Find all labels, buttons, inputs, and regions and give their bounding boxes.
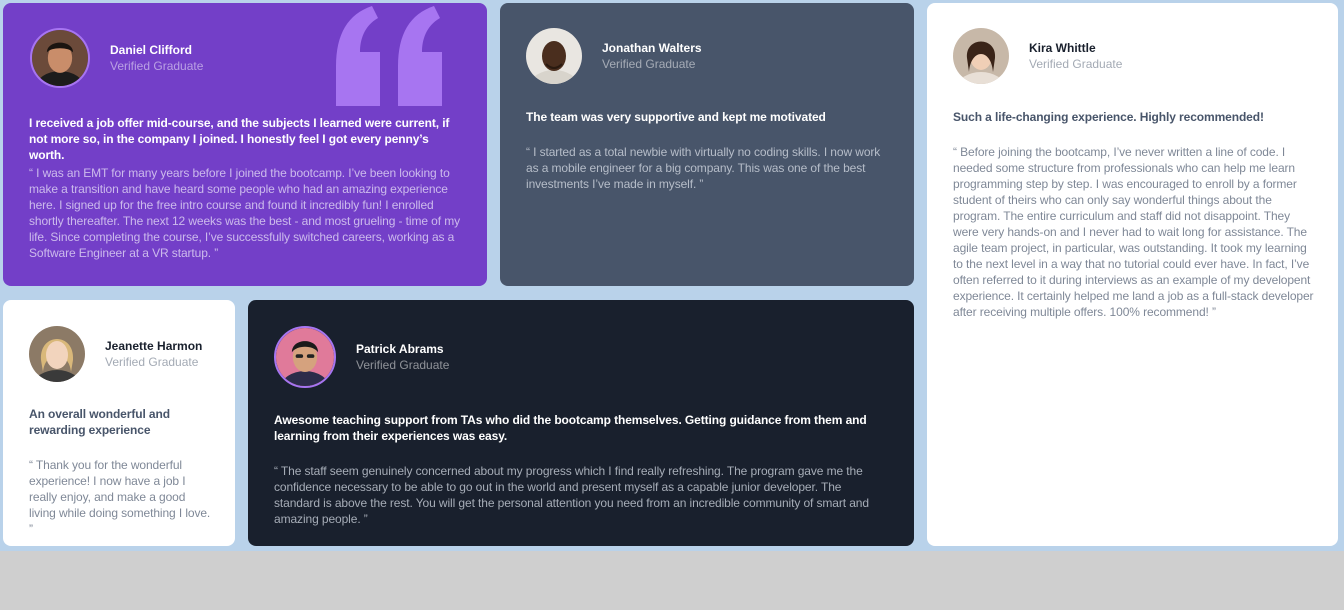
avatar bbox=[30, 28, 90, 88]
testimonial-header: Daniel Clifford Verified Graduate bbox=[30, 28, 203, 88]
testimonial-header: Jonathan Walters Verified Graduate bbox=[526, 28, 702, 84]
testimonial-header: Patrick Abrams Verified Graduate bbox=[274, 326, 449, 388]
testimonial-header: Kira Whittle Verified Graduate bbox=[953, 28, 1122, 84]
avatar bbox=[29, 326, 85, 382]
avatar bbox=[274, 326, 336, 388]
testimonial-header: Jeanette Harmon Verified Graduate bbox=[29, 326, 202, 382]
author-name: Kira Whittle bbox=[1029, 41, 1096, 55]
author-info: Patrick Abrams Verified Graduate bbox=[356, 341, 449, 373]
testimonial-headline: Such a life-changing experience. Highly … bbox=[953, 110, 1264, 124]
author-name: Patrick Abrams bbox=[356, 342, 444, 356]
testimonial-card-jeanette: Jeanette Harmon Verified Graduate An ove… bbox=[3, 300, 235, 546]
testimonial-body: “ I was an EMT for many years before I j… bbox=[29, 166, 461, 260]
testimonial-body: “ The staff seem genuinely concerned abo… bbox=[274, 464, 869, 526]
testimonial-headline: The team was very supportive and kept me… bbox=[526, 110, 826, 124]
author-name: Daniel Clifford bbox=[110, 43, 193, 57]
testimonial-headline: Awesome teaching support from TAs who di… bbox=[274, 413, 867, 443]
testimonial-headline: An overall wonderful and rewarding exper… bbox=[29, 407, 170, 437]
testimonial-body: “ I started as a total newbie with virtu… bbox=[526, 145, 881, 191]
avatar bbox=[526, 28, 582, 84]
testimonial-headline: I received a job offer mid-course, and t… bbox=[29, 116, 450, 162]
author-status: Verified Graduate bbox=[356, 358, 450, 372]
testimonial-card-kira: Kira Whittle Verified Graduate Such a li… bbox=[927, 3, 1338, 546]
author-status: Verified Graduate bbox=[105, 355, 199, 369]
quote-mark-icon bbox=[336, 6, 442, 106]
author-info: Kira Whittle Verified Graduate bbox=[1029, 40, 1122, 72]
author-info: Jonathan Walters Verified Graduate bbox=[602, 40, 702, 72]
author-info: Daniel Clifford Verified Graduate bbox=[110, 42, 203, 74]
author-name: Jonathan Walters bbox=[602, 41, 702, 55]
testimonial-body: “ Before joining the bootcamp, I’ve neve… bbox=[953, 145, 1314, 319]
testimonial-card-patrick: Patrick Abrams Verified Graduate Awesome… bbox=[248, 300, 914, 546]
author-info: Jeanette Harmon Verified Graduate bbox=[105, 338, 202, 370]
avatar bbox=[953, 28, 1009, 84]
author-name: Jeanette Harmon bbox=[105, 339, 203, 353]
author-status: Verified Graduate bbox=[1029, 57, 1123, 71]
testimonial-body: “ Thank you for the wonderful experience… bbox=[29, 458, 211, 536]
author-status: Verified Graduate bbox=[110, 59, 204, 73]
author-status: Verified Graduate bbox=[602, 57, 696, 71]
testimonial-card-daniel: Daniel Clifford Verified Graduate I rece… bbox=[3, 3, 487, 286]
testimonial-card-jonathan: Jonathan Walters Verified Graduate The t… bbox=[500, 3, 914, 286]
